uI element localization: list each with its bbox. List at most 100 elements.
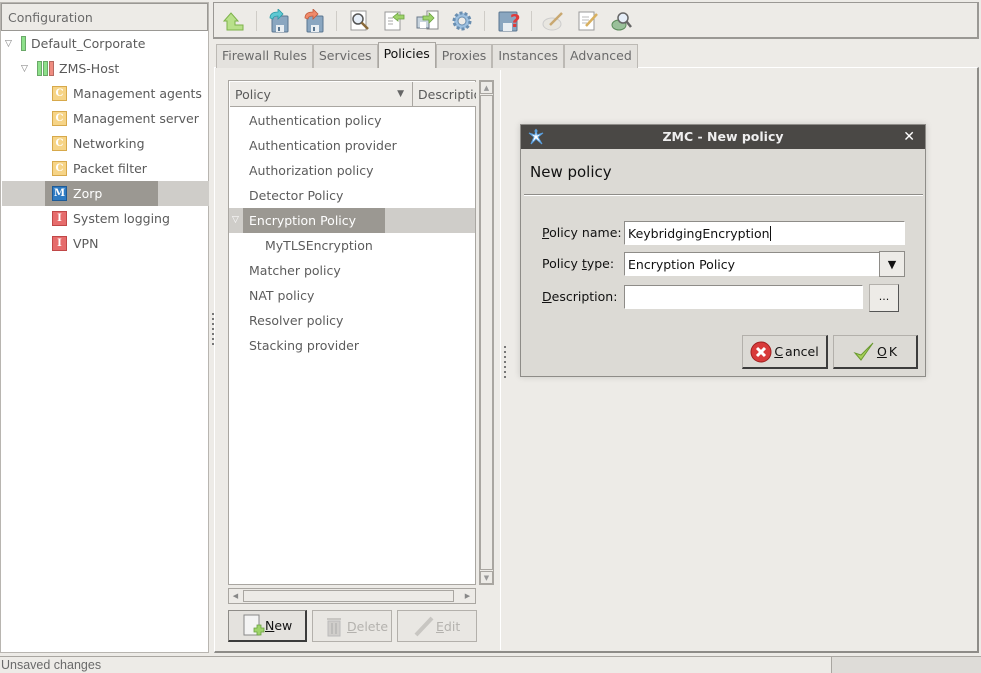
- scroll-up-arrow-icon[interactable]: ▲: [480, 81, 493, 94]
- vertical-scrollbar[interactable]: ▲ ▼: [479, 80, 494, 585]
- pane-divider: [500, 70, 501, 650]
- list-item-matcher-policy[interactable]: Matcher policy: [249, 258, 341, 283]
- policy-name-value: KeybridgingEncryption: [628, 226, 770, 241]
- expand-triangle-icon[interactable]: ▽: [21, 64, 31, 74]
- toolbar-separator: [484, 11, 485, 31]
- new-policy-dialog: ZMC - New policy ✕ New policy Policy nam…: [520, 124, 926, 377]
- tree-item-label: Management server: [73, 111, 199, 126]
- list-item-stacking-provider[interactable]: Stacking provider: [249, 333, 359, 358]
- tree-item-zms-host[interactable]: ▽ ZMS-Host: [21, 56, 119, 81]
- expand-triangle-icon[interactable]: ▽: [232, 208, 246, 233]
- list-item-authentication-policy[interactable]: Authentication policy: [249, 108, 382, 133]
- tab-instances[interactable]: Instances: [492, 44, 565, 68]
- edit-notes-icon[interactable]: [576, 9, 600, 33]
- configuration-header[interactable]: Configuration: [1, 3, 208, 31]
- component-c-icon: C: [52, 161, 67, 176]
- tab-services[interactable]: Services: [312, 44, 378, 68]
- dialog-title: ZMC - New policy: [662, 129, 784, 144]
- edit-button[interactable]: Edit: [397, 610, 477, 642]
- list-header: Policy ▼ Description: [230, 82, 476, 107]
- settings-gear-icon[interactable]: [450, 9, 474, 33]
- edit-label: dit: [443, 618, 461, 634]
- sort-descending-icon: ▼: [397, 89, 404, 99]
- clean-icon[interactable]: [542, 9, 566, 33]
- component-c-icon: C: [52, 111, 67, 126]
- tree-item-management-agents[interactable]: C Management agents: [52, 81, 202, 106]
- description-browse-button[interactable]: ...: [869, 284, 899, 312]
- main-tabs: Firewall Rules Services Policies Proxies…: [216, 42, 638, 68]
- close-icon[interactable]: ✕: [903, 125, 915, 149]
- column-label: Policy: [235, 87, 271, 102]
- scrollbar-thumb[interactable]: [480, 95, 493, 570]
- delete-button[interactable]: Delete: [312, 610, 392, 642]
- tree-item-networking[interactable]: C Networking: [52, 131, 145, 156]
- new-button[interactable]: New: [228, 610, 307, 642]
- component-i-icon: I: [52, 211, 67, 226]
- chevron-down-icon[interactable]: ▼: [879, 251, 905, 277]
- tab-firewall-rules[interactable]: Firewall Rules: [216, 44, 313, 68]
- tree-item-default-corporate[interactable]: ▽ Default_Corporate: [5, 31, 145, 56]
- component-i-icon: I: [52, 236, 67, 251]
- new-document-icon: [243, 614, 265, 635]
- policy-tree-list[interactable]: Policy ▼ Description Authentication poli…: [228, 80, 476, 585]
- tree-item-label: Management agents: [73, 86, 202, 101]
- scrollbar-thumb[interactable]: [243, 590, 454, 602]
- policy-type-label: Policy type:: [542, 256, 615, 271]
- policy-type-select[interactable]: Encryption Policy: [624, 252, 880, 276]
- expand-triangle-icon[interactable]: ▽: [5, 39, 15, 49]
- cancel-button[interactable]: Cancel: [742, 335, 828, 369]
- upload-icon[interactable]: [382, 9, 406, 33]
- check-config-icon[interactable]: ?: [497, 9, 521, 33]
- tree-item-packet-filter[interactable]: C Packet filter: [52, 156, 147, 181]
- ok-label: K: [888, 344, 898, 359]
- scroll-left-arrow-icon[interactable]: ◀: [229, 589, 242, 603]
- tree-item-label: Networking: [73, 136, 145, 151]
- new-label: ew: [274, 618, 293, 633]
- tab-policies[interactable]: Policies: [377, 42, 436, 68]
- ok-mnemonic: O: [876, 344, 887, 359]
- checkmark-icon: [853, 342, 874, 361]
- tree-item-zorp[interactable]: M Zorp: [52, 181, 102, 206]
- tree-item-vpn[interactable]: I VPN: [52, 231, 98, 256]
- scroll-right-arrow-icon[interactable]: ▶: [461, 589, 474, 603]
- save-commit-icon[interactable]: [267, 9, 291, 33]
- tree-item-management-server[interactable]: C Management server: [52, 106, 199, 131]
- distribute-icon[interactable]: [416, 9, 440, 33]
- component-c-icon: C: [52, 136, 67, 151]
- trash-icon: [327, 618, 341, 637]
- list-item-nat-policy[interactable]: NAT policy: [249, 283, 314, 308]
- list-item-detector-policy[interactable]: Detector Policy: [249, 183, 343, 208]
- status-bar: Unsaved changes: [0, 656, 981, 673]
- ok-button[interactable]: OK: [833, 335, 918, 369]
- list-item-mytlsencryption[interactable]: MyTLSEncryption: [265, 233, 373, 258]
- view-icon[interactable]: [348, 9, 372, 33]
- list-item-authorization-policy[interactable]: Authorization policy: [249, 158, 374, 183]
- new-mnemonic: N: [265, 618, 275, 633]
- horizontal-scrollbar[interactable]: ◀ ▶: [228, 588, 476, 604]
- tab-proxies[interactable]: Proxies: [435, 44, 493, 68]
- delete-mnemonic: D: [347, 618, 357, 634]
- list-item-resolver-policy[interactable]: Resolver policy: [249, 308, 343, 333]
- tab-advanced[interactable]: Advanced: [564, 44, 638, 68]
- main-toolbar: ?: [213, 2, 979, 39]
- up-icon[interactable]: [222, 9, 246, 33]
- tree-item-system-logging[interactable]: I System logging: [52, 206, 170, 231]
- scroll-down-arrow-icon[interactable]: ▼: [480, 571, 493, 584]
- column-header-policy[interactable]: Policy ▼: [230, 82, 413, 107]
- dialog-divider: [524, 194, 923, 196]
- list-item-authentication-provider[interactable]: Authentication provider: [249, 133, 397, 158]
- description-input[interactable]: [624, 285, 863, 309]
- tree-item-label: System logging: [73, 211, 170, 226]
- list-splitter-handle[interactable]: [504, 346, 507, 381]
- revert-icon[interactable]: [302, 9, 326, 33]
- component-m-icon: M: [52, 186, 67, 201]
- dialog-titlebar[interactable]: ZMC - New policy ✕: [521, 125, 925, 149]
- column-header-description[interactable]: Description: [413, 82, 476, 107]
- toolbar-separator: [336, 11, 337, 31]
- description-label: Description:: [542, 289, 618, 304]
- list-item-encryption-policy[interactable]: Encryption Policy: [249, 208, 356, 233]
- search-inspect-icon[interactable]: [610, 9, 634, 33]
- cancel-label: ancel: [785, 344, 819, 359]
- policy-name-input[interactable]: KeybridgingEncryption: [624, 221, 905, 245]
- edit-mnemonic: E: [436, 618, 444, 634]
